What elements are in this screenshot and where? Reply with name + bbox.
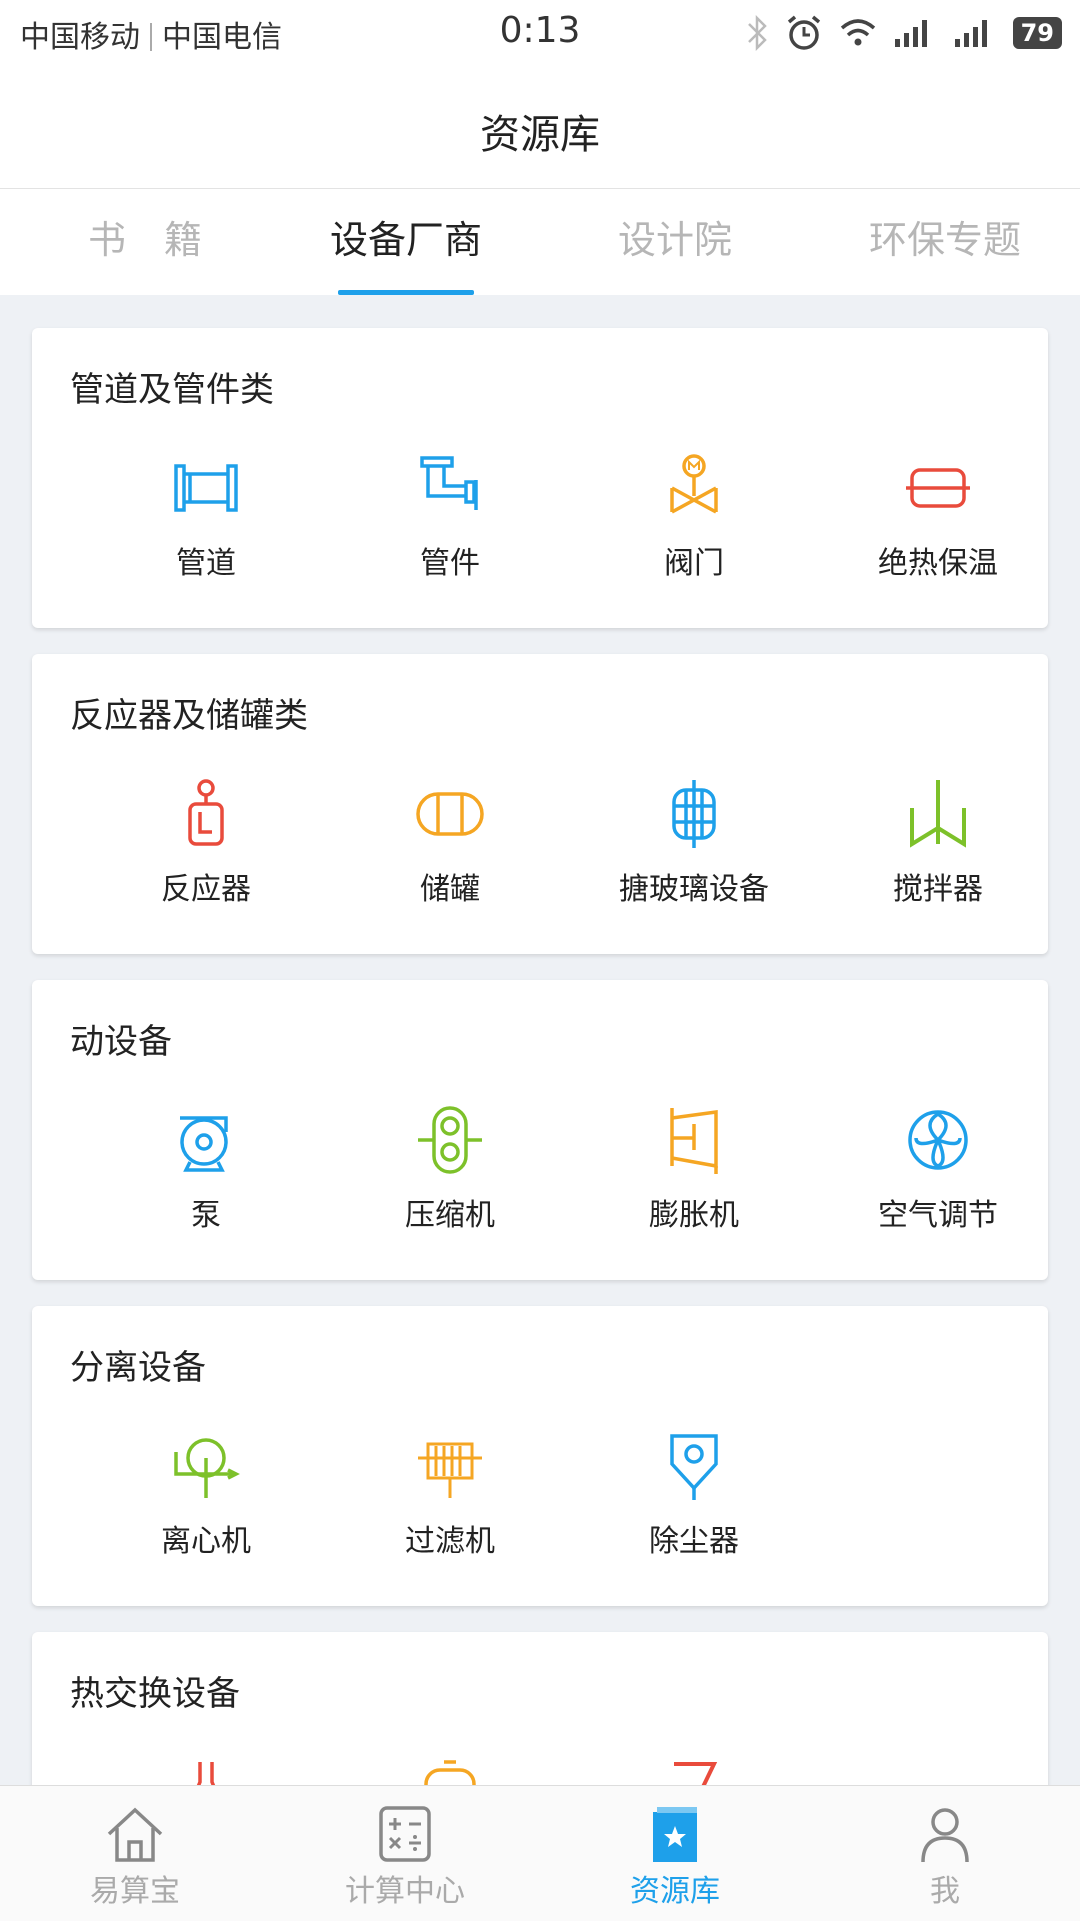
- filter-icon: [418, 1442, 482, 1498]
- insulation-icon: [906, 468, 970, 508]
- item-label: 反应器: [161, 872, 251, 907]
- nav-label: 易算宝: [90, 1874, 180, 1909]
- nav-label: 计算中心: [345, 1874, 465, 1909]
- item-label: 阀门: [664, 546, 724, 581]
- bottom-navigation: 易算宝 计算中心 资源库 我: [0, 1785, 1080, 1921]
- category-card-reactors: 反应器及储罐类 反应器 储罐 搪玻璃设备 搅拌器: [32, 654, 1048, 954]
- page-title: 资源库: [480, 112, 600, 158]
- item-label: 离心机: [161, 1524, 251, 1559]
- item-filter[interactable]: 过滤机: [328, 1430, 572, 1560]
- item-label: 过滤机: [405, 1524, 495, 1559]
- item-reactor[interactable]: 反应器: [84, 778, 328, 908]
- item-pipe[interactable]: 管道: [84, 452, 328, 582]
- item-label: 除尘器: [649, 1524, 739, 1559]
- compressor-icon: [418, 1106, 482, 1174]
- fan-icon: [908, 1110, 968, 1170]
- item-glass-lined[interactable]: 搪玻璃设备: [572, 778, 816, 908]
- item-insulation[interactable]: 绝热保温: [816, 452, 1060, 582]
- signal-2-icon: [954, 20, 987, 47]
- item-air-conditioning[interactable]: 空气调节: [816, 1104, 1060, 1234]
- signal-1-icon: [894, 20, 927, 47]
- category-card-rotating-equipment: 动设备 泵 压缩机 膨胀机 空气调节: [32, 980, 1048, 1280]
- expander-icon: [670, 1108, 718, 1174]
- pump-icon: [180, 1116, 228, 1172]
- category-card-heat-exchange: 热交换设备: [32, 1632, 1048, 1785]
- calculator-icon: [379, 1806, 431, 1862]
- valve-icon: [670, 454, 718, 514]
- category-title: 动设备: [70, 1022, 172, 1062]
- nav-yisuanbao[interactable]: 易算宝: [0, 1786, 270, 1921]
- battery-indicator: 79: [1012, 17, 1062, 49]
- status-icons: 79: [745, 14, 1062, 52]
- category-card-separation: 分离设备 离心机 过滤机 除尘器: [32, 1306, 1048, 1606]
- tank-icon: [416, 792, 484, 836]
- reactor-icon: [188, 779, 224, 846]
- bluetooth-icon: [747, 15, 767, 51]
- tab-environmental-topics[interactable]: 环保专题: [830, 189, 1060, 295]
- agitator-icon: [910, 780, 966, 848]
- cooler-icon: [674, 1762, 718, 1785]
- dust-collector-icon: [670, 1434, 718, 1500]
- library-icon: [653, 1807, 697, 1862]
- item-label: 管件: [420, 546, 480, 581]
- category-title: 热交换设备: [70, 1674, 240, 1714]
- item-pipe-fitting[interactable]: 管件: [328, 452, 572, 582]
- heat-exchanger-icon: [196, 1762, 216, 1785]
- centrifuge-icon: [174, 1438, 240, 1498]
- item-label: 管道: [176, 546, 236, 581]
- nav-calculation-center[interactable]: 计算中心: [270, 1786, 540, 1921]
- item-agitator[interactable]: 搅拌器: [816, 778, 1060, 908]
- item-cooler[interactable]: [572, 1756, 816, 1785]
- category-title: 反应器及储罐类: [70, 696, 308, 736]
- category-card-pipes: 管道及管件类 管道 管件 阀门 绝热保温: [32, 328, 1048, 628]
- item-heat-exchanger[interactable]: [84, 1756, 328, 1785]
- category-title: 分离设备: [70, 1348, 206, 1388]
- category-list: 管道及管件类 管道 管件 阀门 绝热保温 反应器及储罐类 反应器 储罐 搪玻璃设…: [0, 295, 1080, 1785]
- item-label: 储罐: [420, 872, 480, 907]
- pipe-fitting-icon: [420, 456, 478, 510]
- item-tank[interactable]: 储罐: [328, 778, 572, 908]
- item-label: 压缩机: [405, 1198, 495, 1233]
- item-label: 泵: [191, 1198, 221, 1233]
- tab-design-institutes[interactable]: 设计院: [560, 189, 790, 295]
- nav-resource-library[interactable]: 资源库: [540, 1786, 810, 1921]
- nav-label: 资源库: [630, 1874, 720, 1909]
- item-expander[interactable]: 膨胀机: [572, 1104, 816, 1234]
- item-label: 搅拌器: [893, 872, 983, 907]
- item-label: 空气调节: [878, 1198, 998, 1233]
- nav-me[interactable]: 我: [810, 1786, 1080, 1921]
- nav-label: 我: [930, 1874, 960, 1909]
- pipe-icon: [174, 464, 238, 512]
- home-icon: [107, 1807, 163, 1862]
- item-compressor[interactable]: 压缩机: [328, 1104, 572, 1234]
- heater-icon: [424, 1760, 476, 1785]
- title-bar: 资源库: [0, 68, 1080, 189]
- item-label: 膨胀机: [649, 1198, 739, 1233]
- item-valve[interactable]: 阀门: [572, 452, 816, 582]
- item-label: 绝热保温: [878, 546, 998, 581]
- item-heater[interactable]: [328, 1756, 572, 1785]
- tab-bar: 书 籍 设备厂商 设计院 环保专题: [0, 189, 1080, 295]
- status-bar: 中国移动 中国电信 0:13 79: [0, 0, 1080, 69]
- wifi-icon: [840, 19, 875, 46]
- tab-books[interactable]: 书 籍: [40, 189, 250, 295]
- alarm-icon: [787, 15, 820, 50]
- item-pump[interactable]: 泵: [84, 1104, 328, 1234]
- category-title: 管道及管件类: [70, 370, 274, 410]
- profile-icon: [921, 1808, 969, 1863]
- tab-equipment-vendors[interactable]: 设备厂商: [296, 189, 516, 295]
- item-label: 搪玻璃设备: [619, 872, 769, 907]
- item-dust-collector[interactable]: 除尘器: [572, 1430, 816, 1560]
- glass-lined-icon: [672, 780, 716, 848]
- item-centrifuge[interactable]: 离心机: [84, 1430, 328, 1560]
